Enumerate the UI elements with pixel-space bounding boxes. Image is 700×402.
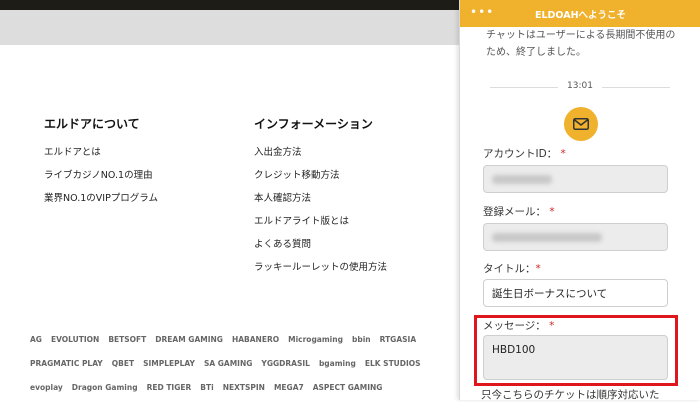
provider-logo: bgaming <box>318 358 356 368</box>
provider-logo: QBET <box>111 358 135 368</box>
provider-logo: RTGASIA <box>379 334 417 344</box>
provider-logo: SA GAMING <box>203 358 253 368</box>
footer-info-heading: インフォーメーション <box>254 117 373 131</box>
provider-logo: NEXTSPIN <box>222 382 265 392</box>
footer-link-lite-version[interactable]: エルドアライト版とは <box>254 215 387 228</box>
highlight-box <box>474 315 678 386</box>
provider-logo: Microgaming <box>288 334 343 344</box>
footer-link-identity[interactable]: 本人確認方法 <box>254 192 387 205</box>
provider-logo: DREAM GAMING <box>155 334 223 344</box>
provider-logo: EVOLUTION <box>50 334 100 344</box>
chat-timestamp: 13:01 <box>567 81 593 91</box>
footer-info-column: インフォーメーション 入出金方法 クレジット移動方法 本人確認方法 エルドアライ… <box>254 115 387 284</box>
provider-logo: ELK STUDIOS <box>364 358 421 368</box>
chat-timestamp-row: 13:01 <box>490 80 670 94</box>
email-label-text: 登録メール： <box>483 206 546 218</box>
email-field[interactable] <box>483 223 668 251</box>
provider-logo: AG <box>30 334 42 344</box>
provider-logo: BETSOFT <box>108 334 147 344</box>
provider-logo: BTi <box>200 382 214 392</box>
footer-link-about-eldoah[interactable]: エルドアとは <box>44 146 158 159</box>
redacted-value <box>492 233 602 242</box>
footer-link-deposit[interactable]: 入出金方法 <box>254 146 387 159</box>
provider-row-1: AG EVOLUTION BETSOFT DREAM GAMING HABANE… <box>30 327 470 351</box>
envelope-icon <box>564 107 598 141</box>
provider-logos: AG EVOLUTION BETSOFT DREAM GAMING HABANE… <box>30 327 470 399</box>
required-mark: * <box>560 148 566 160</box>
chat-header: ••• ELDOAHへようこそ <box>460 0 700 27</box>
provider-logo: SIMPLEPLAY <box>143 358 195 368</box>
provider-logo: PRAGMATIC PLAY <box>30 358 103 368</box>
footer-about-column: エルドアについて エルドアとは ライブカジノNO.1の理由 業界NO.1のVIP… <box>44 115 158 215</box>
footer-about-heading: エルドアについて <box>44 117 140 131</box>
footer-link-credit-transfer[interactable]: クレジット移動方法 <box>254 169 387 182</box>
title-field[interactable]: 誕生日ボーナスについて <box>483 279 668 307</box>
footer-link-roulette[interactable]: ラッキールーレットの使用方法 <box>254 261 387 274</box>
email-label: 登録メール： * <box>483 204 555 219</box>
account-id-field[interactable] <box>483 165 668 193</box>
provider-logo: ASPECT GAMING <box>312 382 383 392</box>
footer-link-vip-program[interactable]: 業界NO.1のVIPプログラム <box>44 192 158 205</box>
provider-logo: RED TIGER <box>146 382 192 392</box>
divider <box>602 87 670 88</box>
more-options-icon[interactable]: ••• <box>470 5 494 19</box>
redacted-value <box>492 175 552 184</box>
title-field-value: 誕生日ボーナスについて <box>492 288 608 300</box>
account-id-label: アカウントID： * <box>483 146 566 161</box>
provider-row-3: evoplay Dragon Gaming RED TIGER BTi NEXT… <box>30 375 470 399</box>
footer-link-live-casino[interactable]: ライブカジノNO.1の理由 <box>44 169 158 182</box>
required-mark: * <box>549 206 555 218</box>
title-label: タイトル：* <box>483 261 541 276</box>
provider-row-2: PRAGMATIC PLAY QBET SIMPLEPLAY SA GAMING… <box>30 351 470 375</box>
provider-logo: YGGDRASIL <box>261 358 310 368</box>
chat-system-message: チャットはユーザーによる長期間不使用のため、終了しました。 <box>486 30 676 58</box>
provider-logo: bbin <box>351 334 371 344</box>
footer-link-faq[interactable]: よくある質問 <box>254 238 387 251</box>
provider-logo: evoplay <box>30 382 63 392</box>
chat-title: ELDOAHへようこそ <box>534 9 627 21</box>
provider-logo: HABANERO <box>231 334 280 344</box>
provider-logo: MEGA7 <box>273 382 304 392</box>
required-mark: * <box>535 263 541 275</box>
account-id-label-text: アカウントID： <box>483 148 558 160</box>
provider-logo: Dragon Gaming <box>71 382 138 392</box>
title-label-text: タイトル： <box>483 263 536 275</box>
